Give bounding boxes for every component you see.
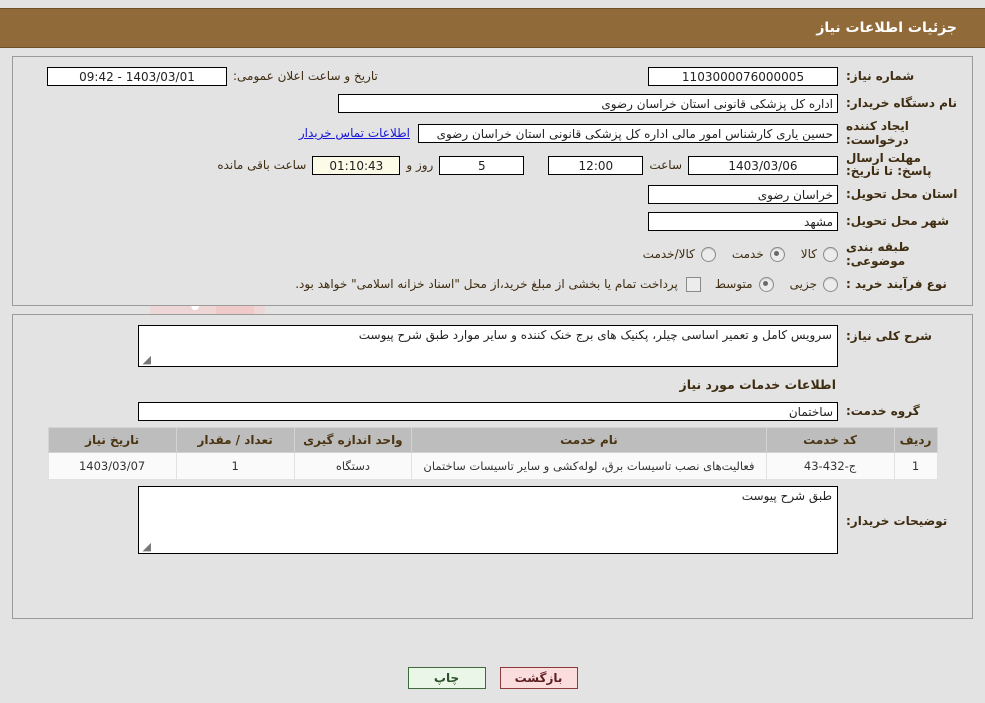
needs-table: ردیف کد خدمت نام خدمت واحد اندازه گیری ت… <box>47 427 938 480</box>
radio-process-0-label: جزیی <box>789 277 817 291</box>
row-purchase-process: نوع فرآیند خرید : جزیی متوسط پرداخت تمام… <box>27 273 958 295</box>
radio-category-1-label: خدمت <box>731 247 764 261</box>
cell-code: ج-432-43 <box>765 452 895 480</box>
process-label: نوع فرآیند خرید : <box>846 277 947 291</box>
buyer-org-value: اداره کل پزشکی قانونی استان خراسان رضوی <box>338 93 838 113</box>
resize-grip-icon-2[interactable]: ◢ <box>141 541 151 552</box>
requester-label: ایجاد کننده درخواست: <box>846 119 909 147</box>
page-header: جزئیات اطلاعات نیاز <box>0 8 985 48</box>
deadline-hour-label: ساعت <box>649 158 682 172</box>
table-header-row: ردیف کد خدمت نام خدمت واحد اندازه گیری ت… <box>47 427 938 453</box>
radio-category-2[interactable] <box>700 246 716 262</box>
radio-category-0-label: کالا <box>800 247 817 261</box>
days-label: روز و <box>406 158 434 172</box>
province-label: استان محل تحویل: <box>846 187 958 201</box>
category-label: طبقه بندی موضوعی: <box>846 240 910 268</box>
th-code: کد خدمت <box>765 427 895 453</box>
th-name: نام خدمت <box>411 427 767 453</box>
row-city: شهر محل تحویل: مشهد <box>27 210 958 232</box>
treasury-checkbox[interactable] <box>685 276 701 292</box>
print-button[interactable]: چاپ <box>407 667 486 689</box>
buyer-notes-value[interactable]: طبق شرح پیوست ◢ <box>138 486 838 554</box>
radio-process-0[interactable] <box>823 276 838 292</box>
need-info-panel: شماره نیاز: 1103000076000005 تاریخ و ساع… <box>12 56 973 306</box>
province-value: خراسان رضوی <box>648 184 838 204</box>
deadline-hour: 12:00 <box>548 155 644 175</box>
announce-datetime-value: 1403/03/01 - 09:42 <box>47 66 227 86</box>
general-desc-value[interactable]: سرویس کامل و تعمیر اساسی چیلر، پکنیک های… <box>138 325 838 367</box>
need-number-label: شماره نیاز: <box>846 69 915 83</box>
buyer-notes-label: توضیحات خریدار: <box>846 514 948 528</box>
cell-unit: دستگاه <box>293 452 413 480</box>
resize-grip-icon[interactable]: ◢ <box>141 354 151 365</box>
row-requester: ایجاد کننده درخواست: حسین یاری کارشناس ا… <box>27 119 958 147</box>
cell-qty: 1 <box>175 452 295 480</box>
th-date: تاریخ نیاز <box>47 427 177 453</box>
city-label: شهر محل تحویل: <box>846 214 950 228</box>
service-group-value: ساختمان <box>138 401 838 421</box>
radio-process-1-label: متوسط <box>714 277 753 291</box>
row-province: استان محل تحویل: خراسان رضوی <box>27 183 958 205</box>
row-need-number: شماره نیاز: 1103000076000005 تاریخ و ساع… <box>27 65 958 87</box>
th-qty: تعداد / مقدار <box>175 427 295 453</box>
timer-suffix-label: ساعت باقی مانده <box>217 158 307 172</box>
radio-category-1[interactable] <box>769 246 785 262</box>
cell-name: فعالیت‌های نصب تاسیسات برق، لوله‌کشی و س… <box>411 452 767 480</box>
requester-value: حسین یاری کارشناس امور مالی اداره کل پزش… <box>418 123 838 143</box>
need-number-value: 1103000076000005 <box>648 66 838 86</box>
category-radio-group: کالا خدمت کالا/خدمت <box>629 246 838 262</box>
back-button[interactable]: بازگشت <box>499 667 578 689</box>
button-bar: بازگشت چاپ <box>0 667 985 689</box>
city-value: مشهد <box>648 211 838 231</box>
cell-radif: 1 <box>893 452 938 480</box>
deadline-label: مهلت ارسال پاسخ: تا تاریخ: <box>846 151 932 178</box>
buyer-org-label: نام دستگاه خریدار: <box>846 96 957 110</box>
days-remaining-value: 5 <box>439 155 525 175</box>
row-service-group: گروه خدمت: ساختمان <box>27 400 958 422</box>
service-group-label: گروه خدمت: <box>846 404 920 418</box>
top-strip <box>0 0 985 8</box>
announce-datetime-label: تاریخ و ساعت اعلان عمومی: <box>233 69 378 83</box>
radio-process-1[interactable] <box>758 276 774 292</box>
need-details-panel: شرح کلی نیاز: سرویس کامل و تعمیر اساسی چ… <box>12 314 973 619</box>
th-radif: ردیف <box>893 427 938 453</box>
buyer-notes-text: طبق شرح پیوست <box>741 489 832 503</box>
th-unit: واحد اندازه گیری <box>293 427 413 453</box>
treasury-note-label: پرداخت تمام یا بخشی از مبلغ خرید،از محل … <box>295 277 678 291</box>
radio-category-0[interactable] <box>823 246 838 262</box>
page-title: جزئیات اطلاعات نیاز <box>816 20 957 36</box>
process-radio-group: جزیی متوسط <box>701 276 838 292</box>
row-deadline: مهلت ارسال پاسخ: تا تاریخ: 1403/03/06 سا… <box>27 152 958 178</box>
general-desc-label: شرح کلی نیاز: <box>846 329 932 343</box>
row-buyer-org: نام دستگاه خریدار: اداره کل پزشکی قانونی… <box>27 92 958 114</box>
countdown-timer: 01:10:43 <box>312 155 401 175</box>
deadline-date: 1403/03/06 <box>688 155 838 175</box>
row-category: طبقه بندی موضوعی: کالا خدمت کالا/خدمت <box>27 240 958 268</box>
general-desc-text: سرویس کامل و تعمیر اساسی چیلر، پکنیک های… <box>358 328 832 342</box>
cell-date: 1403/03/07 <box>47 452 177 480</box>
table-row: 1 ج-432-43 فعالیت‌های نصب تاسیسات برق، ل… <box>47 452 938 480</box>
buyer-contact-link[interactable]: اطلاعات تماس خریدار <box>299 126 410 140</box>
radio-category-2-label: کالا/خدمت <box>642 247 695 261</box>
services-section-title: اطلاعات خدمات مورد نیاز <box>679 377 837 392</box>
